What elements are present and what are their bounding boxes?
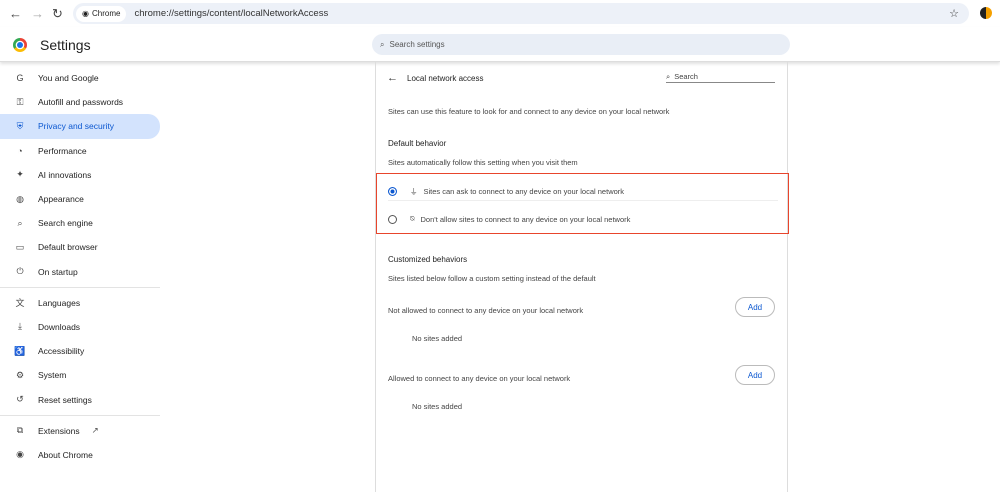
- sidebar-item-downloads[interactable]: ⤓ Downloads: [0, 315, 160, 339]
- address-bar[interactable]: ◉ Chrome chrome://settings/content/localN…: [73, 3, 969, 24]
- sidebar-divider: [0, 414, 160, 416]
- sidebar-icon: ⛨: [16, 120, 24, 131]
- sidebar-item-label: Downloads: [38, 321, 81, 332]
- sidebar-item-label: AI innovations: [38, 169, 92, 180]
- sidebar-item-label: On startup: [38, 266, 78, 277]
- sidebar-item-ai-innovations[interactable]: ✦ AI innovations: [0, 163, 160, 187]
- chip-label: Chrome: [91, 9, 121, 18]
- sidebar-icon: ◍: [16, 193, 24, 204]
- sidebar-icon: ◉: [16, 449, 24, 460]
- search-icon: ⌕: [380, 39, 385, 49]
- sidebar-icon: ⤓: [18, 321, 22, 332]
- network-device-off-icon: ⍉: [410, 214, 415, 223]
- add-not-allowed-button[interactable]: Add: [735, 297, 775, 317]
- sidebar: G You and Google ⚿ Autofill and passwords ⛨ P…: [0, 66, 160, 467]
- sidebar-item-label: About Chrome: [38, 449, 93, 460]
- sidebar-item-languages[interactable]: 文 Languages: [0, 291, 160, 315]
- customized-heading: Customized behaviors: [388, 255, 468, 264]
- sidebar-icon: G: [16, 73, 24, 84]
- sidebar-item-autofill-and-passwords[interactable]: ⚿ Autofill and passwords: [0, 90, 160, 114]
- radio-unselected[interactable]: [388, 214, 397, 224]
- site-chip[interactable]: ◉ Chrome: [76, 5, 127, 22]
- option-allow-ask[interactable]: ⏚ Sites can ask to connect to any device…: [388, 183, 778, 201]
- sidebar-item-on-startup[interactable]: ⏻ On startup: [0, 260, 160, 284]
- sidebar-item-label: Performance: [38, 145, 87, 156]
- option-label: Sites can ask to connect to any device o…: [423, 187, 625, 196]
- search-icon: ⌕: [666, 72, 671, 81]
- sidebar-icon: ✦: [16, 169, 24, 180]
- search-placeholder: Search settings: [389, 40, 445, 49]
- chrome-logo-icon: [13, 38, 27, 52]
- sidebar-item-label: Languages: [38, 297, 81, 308]
- allowed-empty: No sites added: [412, 402, 463, 411]
- sidebar-icon: ♿: [14, 345, 26, 356]
- back-icon[interactable]: ←: [9, 6, 22, 21]
- not-allowed-empty: No sites added: [412, 334, 463, 343]
- sidebar-item-label: Search engine: [38, 218, 93, 229]
- sidebar-icon: ◔: [17, 145, 23, 156]
- option-label: Don't allow sites to connect to any devi…: [420, 214, 631, 224]
- sidebar-item-label: System: [38, 370, 67, 381]
- sidebar-item-about-chrome[interactable]: ◉ About Chrome: [0, 443, 160, 467]
- back-arrow-icon[interactable]: ←: [387, 72, 398, 84]
- sidebar-icon: ⚙: [15, 369, 25, 380]
- url-text[interactable]: chrome://settings/content/localNetworkAc…: [134, 8, 328, 19]
- add-allowed-button[interactable]: Add: [735, 365, 775, 385]
- local-network-access-panel: ← Local network access ⌕ Search Sites can…: [375, 62, 789, 492]
- sidebar-item-label: Default browser: [38, 242, 98, 253]
- sidebar-icon: ⧉: [16, 425, 24, 436]
- option-block[interactable]: ⍉ Don't allow sites to connect to any de…: [388, 210, 778, 228]
- chrome-icon: ◉: [82, 9, 89, 18]
- browser-toolbar: ← → ↻ ◉ Chrome chrome://settings/content/…: [0, 0, 1000, 27]
- sidebar-icon: ⌕: [17, 217, 23, 228]
- sidebar-item-extensions[interactable]: ⧉ Extensions ↗: [0, 419, 160, 443]
- default-behavior-sub: Sites automatically follow this setting …: [388, 158, 578, 167]
- sidebar-icon: ⚿: [16, 96, 24, 107]
- sidebar-item-search-engine[interactable]: ⌕ Search engine: [0, 211, 160, 235]
- sidebar-item-label: Appearance: [38, 194, 84, 205]
- customized-sub: Sites listed below follow a custom setti…: [388, 274, 596, 283]
- sidebar-icon: ▭: [15, 241, 25, 252]
- bookmark-star-icon[interactable]: ☆: [949, 7, 959, 20]
- search-settings-input[interactable]: ⌕ Search settings: [372, 34, 790, 55]
- sidebar-item-label: Reset settings: [38, 394, 92, 405]
- sidebar-icon: ↺: [16, 394, 24, 405]
- default-behavior-heading: Default behavior: [388, 139, 447, 148]
- allowed-label: Allowed to connect to any device on your…: [388, 374, 571, 383]
- sidebar-item-label: Extensions: [38, 425, 80, 436]
- description: Sites can use this feature to look for a…: [388, 107, 670, 116]
- sidebar-item-accessibility[interactable]: ♿ Accessibility: [0, 339, 160, 363]
- sidebar-item-privacy-and-security[interactable]: ⛨ Privacy and security: [0, 114, 160, 139]
- open-in-new-icon: ↗: [91, 425, 99, 436]
- sidebar-item-default-browser[interactable]: ▭ Default browser: [0, 235, 160, 259]
- page-title: Settings: [40, 37, 91, 53]
- settings-header: Settings ⌕ Search settings: [0, 27, 1000, 62]
- sidebar-item-performance[interactable]: ◔ Performance: [0, 139, 160, 163]
- sidebar-item-label: Autofill and passwords: [38, 97, 124, 108]
- sidebar-icon: ⏻: [16, 266, 24, 277]
- sidebar-item-appearance[interactable]: ◍ Appearance: [0, 187, 160, 211]
- subpage-title: Local network access: [407, 74, 484, 83]
- sidebar-item-reset-settings[interactable]: ↺ Reset settings: [0, 387, 160, 411]
- sidebar-item-label: You and Google: [38, 73, 99, 84]
- subpage-search-input[interactable]: ⌕ Search: [666, 72, 775, 83]
- sidebar-item-you-and-google[interactable]: G You and Google: [0, 66, 160, 90]
- search-placeholder: Search: [674, 72, 698, 81]
- sidebar-item-label: Accessibility: [38, 346, 85, 357]
- forward-icon[interactable]: →: [31, 6, 44, 21]
- not-allowed-label: Not allowed to connect to any device on …: [388, 306, 584, 315]
- extension-icon[interactable]: [980, 7, 992, 19]
- sidebar-item-label: Privacy and security: [38, 121, 115, 132]
- network-device-icon: ⏚: [410, 187, 418, 196]
- radio-selected[interactable]: [388, 187, 397, 196]
- sidebar-divider: [0, 286, 160, 288]
- sidebar-item-system[interactable]: ⚙ System: [0, 363, 160, 387]
- reload-icon[interactable]: ↻: [52, 6, 63, 22]
- sidebar-icon: 文: [15, 298, 25, 309]
